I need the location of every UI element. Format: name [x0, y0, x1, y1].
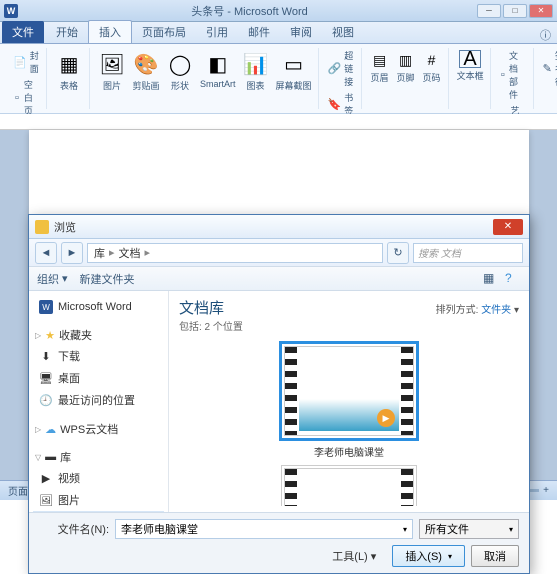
sidebar-libraries[interactable]: ▽▬库	[33, 447, 164, 467]
minimize-button[interactable]: ─	[477, 4, 501, 18]
newfolder-button[interactable]: 新建文件夹	[80, 271, 135, 287]
browse-dialog: 浏览 ✕ ◄ ► 库▸ 文档▸ ↻ 搜索 文档 组织 ▾ 新建文件夹 ▦ ? W…	[28, 214, 530, 574]
hyperlink-button[interactable]: 🔗超链接	[325, 48, 357, 89]
picture-button[interactable]: 🖼图片	[96, 48, 128, 94]
file-item[interactable]: ▶ 李老师电脑课堂	[279, 341, 419, 459]
maximize-button[interactable]: □	[503, 4, 527, 18]
help-button[interactable]: ?	[505, 271, 521, 287]
tab-references[interactable]: 引用	[196, 21, 238, 43]
dialog-toolbar: 组织 ▾ 新建文件夹 ▦ ?	[29, 267, 529, 291]
breadcrumb[interactable]: 库▸ 文档▸	[87, 243, 383, 263]
app-icon: W	[4, 4, 18, 18]
insert-button[interactable]: 插入(S) ▾	[392, 545, 465, 567]
clipart-button[interactable]: 🎨剪贴画	[130, 48, 162, 94]
shapes-button[interactable]: ◯形状	[164, 48, 196, 94]
window-titlebar: W 头条号 - Microsoft Word ─ □ ✕	[0, 0, 557, 22]
tab-view[interactable]: 视图	[322, 21, 364, 43]
header-button[interactable]: ▤页眉	[368, 48, 392, 86]
sort-by[interactable]: 排列方式: 文件夹 ▾	[436, 301, 519, 316]
library-subtitle: 包括: 2 个位置	[179, 318, 243, 333]
tools-button[interactable]: 工具(L) ▾	[332, 548, 376, 564]
sidebar-wpscloud[interactable]: ▷☁WPS云文档	[33, 419, 164, 439]
back-button[interactable]: ◄	[35, 242, 57, 264]
textbox-button[interactable]: A文本框	[455, 48, 486, 84]
zoom-in-icon[interactable]: +	[543, 485, 549, 496]
dialog-sidebar: WMicrosoft Word ▷★收藏夹 ⬇下载 🖥桌面 🕘最近访问的位置 ▷…	[29, 291, 169, 512]
dialog-main: 文档库 包括: 2 个位置 排列方式: 文件夹 ▾ ▶ 李老师电脑课堂	[169, 291, 529, 512]
refresh-button[interactable]: ↻	[387, 242, 409, 264]
sidebar-favorites[interactable]: ▷★收藏夹	[33, 325, 164, 345]
sidebar-desktop[interactable]: 🖥桌面	[33, 367, 164, 389]
tab-home[interactable]: 开始	[46, 21, 88, 43]
ruler	[0, 114, 557, 130]
tab-file[interactable]: 文件	[2, 21, 44, 43]
help-icon[interactable]: ⓘ	[540, 27, 551, 43]
tab-mailings[interactable]: 邮件	[238, 21, 280, 43]
screenshot-button[interactable]: ▭屏幕截图	[274, 48, 314, 94]
dialog-titlebar: 浏览 ✕	[29, 215, 529, 239]
close-button[interactable]: ✕	[529, 4, 553, 18]
footer-button[interactable]: ▥页脚	[394, 48, 418, 86]
search-input[interactable]: 搜索 文档	[413, 243, 523, 263]
sidebar-videos[interactable]: ▶视频	[33, 467, 164, 489]
signature-button[interactable]: ✎签名行	[540, 48, 557, 89]
sidebar-word[interactable]: WMicrosoft Word	[33, 297, 164, 317]
tab-insert[interactable]: 插入	[88, 20, 132, 43]
filetype-select[interactable]: 所有文件▾	[419, 519, 519, 539]
ribbon-tabs: 文件 开始 插入 页面布局 引用 邮件 审阅 视图 ⓘ	[0, 22, 557, 44]
folder-icon	[35, 220, 49, 234]
dialog-footer: 文件名(N): 李老师电脑课堂▾ 所有文件▾ 工具(L) ▾ 插入(S) ▾ 取…	[29, 512, 529, 573]
filename-label: 文件名(N):	[39, 521, 109, 537]
pagenumber-button[interactable]: #页码	[420, 48, 444, 86]
library-title: 文档库	[179, 297, 243, 318]
ribbon: 📄封面 ▫空白页 ┅分页 ▦表格 🖼图片 🎨剪贴画 ◯形状 ◧SmartArt …	[0, 44, 557, 114]
cancel-button[interactable]: 取消	[471, 545, 519, 567]
dialog-close-button[interactable]: ✕	[493, 219, 523, 235]
forward-button[interactable]: ►	[61, 242, 83, 264]
window-title: 头条号 - Microsoft Word	[22, 3, 477, 19]
sidebar-recent[interactable]: 🕘最近访问的位置	[33, 389, 164, 411]
tab-pagelayout[interactable]: 页面布局	[132, 21, 196, 43]
quickparts-button[interactable]: ▫文档部件	[497, 48, 529, 102]
filename-input[interactable]: 李老师电脑课堂▾	[115, 519, 413, 539]
play-icon: ▶	[377, 409, 395, 427]
document-area: 学课堂，专门系统讲解电脑知识，软件使用技巧，欢迎关注。头条号：李老师电脑教学课堂…	[0, 130, 557, 480]
tab-review[interactable]: 审阅	[280, 21, 322, 43]
sidebar-downloads[interactable]: ⬇下载	[33, 345, 164, 367]
dialog-nav: ◄ ► 库▸ 文档▸ ↻ 搜索 文档	[29, 239, 529, 267]
dialog-title: 浏览	[54, 219, 493, 235]
file-name: 李老师电脑课堂	[279, 441, 419, 459]
sidebar-pictures[interactable]: 🖼图片	[33, 489, 164, 511]
view-button[interactable]: ▦	[483, 271, 499, 287]
chart-button[interactable]: 📊图表	[240, 48, 272, 94]
organize-button[interactable]: 组织 ▾	[37, 271, 68, 287]
smartart-button[interactable]: ◧SmartArt	[198, 48, 238, 91]
blank-page-button[interactable]: ▫空白页	[10, 77, 42, 118]
table-button[interactable]: ▦表格	[53, 48, 85, 94]
cover-page-button[interactable]: 📄封面	[10, 48, 42, 76]
